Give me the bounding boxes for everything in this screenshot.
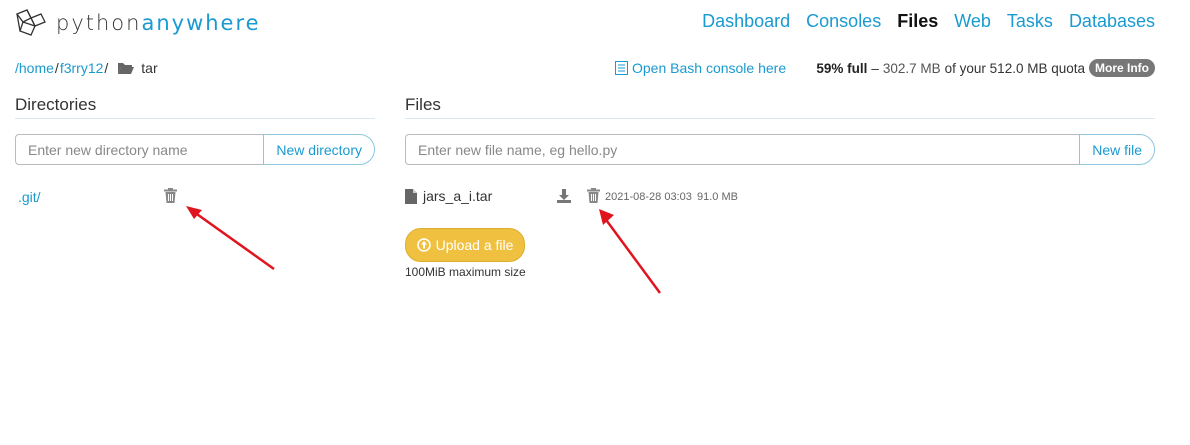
quota-total: of your 512.0 MB quota xyxy=(944,60,1085,76)
quota-percent: 59% full xyxy=(816,60,868,76)
nav-consoles[interactable]: Consoles xyxy=(806,11,881,32)
console-list-icon xyxy=(615,61,628,75)
open-bash-console-link[interactable]: Open Bash console here xyxy=(615,60,786,76)
breadcrumb-home[interactable]: /home xyxy=(15,60,54,76)
file-name-link[interactable]: jars_a_i.tar xyxy=(423,188,492,204)
brand-logo[interactable]: pythonanywhere xyxy=(14,8,261,38)
delete-file-trash-icon[interactable] xyxy=(587,188,600,203)
new-file-input[interactable]: Enter new file name, eg hello.py xyxy=(405,134,1080,165)
new-directory-group: Enter new directory name New directory xyxy=(15,134,375,165)
file-icon xyxy=(405,188,417,204)
upload-size-note: 100MiB maximum size xyxy=(405,265,526,279)
breadcrumb: /home / f3rry12 / tar xyxy=(15,60,158,76)
file-date: 2021-08-28 03:03 xyxy=(605,191,692,203)
nav-tasks[interactable]: Tasks xyxy=(1007,11,1053,32)
upload-file-label: Upload a file xyxy=(435,237,514,253)
red-annotation-arrow xyxy=(186,206,275,271)
folder-open-icon xyxy=(118,63,135,74)
breadcrumb-user[interactable]: f3rry12 xyxy=(60,60,104,76)
new-directory-input[interactable]: Enter new directory name xyxy=(15,134,264,165)
nav-dashboard[interactable]: Dashboard xyxy=(702,11,790,32)
files-title: Files xyxy=(405,95,441,114)
new-file-button[interactable]: New file xyxy=(1079,134,1155,165)
directory-link-git[interactable]: .git/ xyxy=(18,189,41,205)
more-info-button[interactable]: More Info xyxy=(1089,59,1155,77)
nav-web[interactable]: Web xyxy=(954,11,991,32)
new-file-group: Enter new file name, eg hello.py New fil… xyxy=(405,134,1155,165)
disk-quota: 59% full – 302.7 MB of your 512.0 MB quo… xyxy=(816,59,1155,77)
breadcrumb-separator: / xyxy=(104,60,109,76)
red-annotation-arrow xyxy=(599,209,662,294)
directories-title: Directories xyxy=(15,95,97,114)
directories-divider xyxy=(15,118,375,119)
nav-files[interactable]: Files xyxy=(897,11,938,32)
open-bash-console-label: Open Bash console here xyxy=(632,60,787,76)
python-snake-logo-icon xyxy=(15,9,46,36)
top-nav: Dashboard Consoles Files Web Tasks Datab… xyxy=(702,11,1155,32)
upload-circle-arrow-icon xyxy=(416,238,431,252)
brand-name: pythonanywhere xyxy=(56,11,261,35)
delete-directory-trash-icon[interactable] xyxy=(164,188,177,203)
download-icon[interactable] xyxy=(557,189,571,203)
upload-file-button[interactable]: Upload a file xyxy=(405,228,525,262)
file-row: jars_a_i.tar xyxy=(405,188,492,204)
nav-databases[interactable]: Databases xyxy=(1069,11,1155,32)
file-size: 91.0 MB xyxy=(697,191,738,203)
new-directory-button[interactable]: New directory xyxy=(263,134,375,165)
quota-used: 302.7 MB xyxy=(882,60,941,76)
quota-dash: – xyxy=(871,60,879,76)
files-divider xyxy=(405,118,1155,119)
breadcrumb-separator: / xyxy=(54,60,59,76)
breadcrumb-current: tar xyxy=(141,60,158,76)
